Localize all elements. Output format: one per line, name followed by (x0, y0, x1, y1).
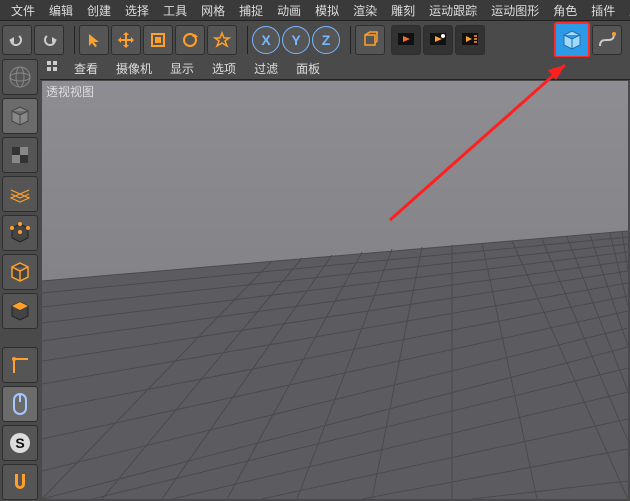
model-texture-button[interactable] (2, 137, 38, 173)
svg-text:S: S (15, 435, 24, 451)
menu-edit[interactable]: 编辑 (42, 0, 80, 21)
menu-anim[interactable]: 动画 (270, 0, 308, 21)
menu-create[interactable]: 创建 (80, 0, 118, 21)
model-edge-button[interactable] (2, 254, 38, 290)
redo-button[interactable] (34, 25, 64, 55)
viewport-nav-icon[interactable] (46, 60, 60, 77)
add-spline-button[interactable] (592, 25, 622, 55)
scale-tool-button[interactable] (143, 25, 173, 55)
axis-tool-button[interactable] (2, 347, 38, 383)
menu-file[interactable]: 文件 (4, 0, 42, 21)
undo-button[interactable] (2, 25, 32, 55)
menu-plugin[interactable]: 插件 (584, 0, 622, 21)
coord-system-button[interactable] (355, 25, 385, 55)
model-poly-button[interactable] (2, 293, 38, 329)
last-tool-button[interactable] (207, 25, 237, 55)
render-view-button[interactable] (391, 25, 421, 55)
menu-script[interactable]: 脚本 (622, 0, 630, 21)
menu-snap[interactable]: 捕捉 (232, 0, 270, 21)
mouse-tweak-button[interactable] (2, 386, 38, 422)
main-menu-bar: 文件 编辑 创建 选择 工具 网格 捕捉 动画 模拟 渲染 雕刻 运动跟踪 运动… (0, 0, 630, 21)
model-object-button[interactable] (2, 98, 38, 134)
menu-mograph[interactable]: 运动图形 (484, 0, 546, 21)
model-point-button[interactable] (2, 215, 38, 251)
left-tool-palette: S (0, 57, 41, 501)
workplane-button[interactable] (2, 176, 38, 212)
render-pv-button[interactable] (423, 25, 453, 55)
menu-tool[interactable]: 工具 (156, 0, 194, 21)
view-menu-view[interactable]: 查看 (70, 58, 102, 79)
viewport-label: 透视视图 (46, 83, 94, 100)
menu-char[interactable]: 角色 (546, 0, 584, 21)
globe-icon[interactable] (2, 59, 38, 95)
axis-lock-x-button[interactable]: X (252, 26, 280, 54)
menu-sculpt[interactable]: 雕刻 (384, 0, 422, 21)
axis-lock-z-button[interactable]: Z (312, 26, 340, 54)
view-menu-filter[interactable]: 过滤 (250, 58, 282, 79)
viewport-panel: 查看 摄像机 显示 选项 过滤 面板 透视视图 (40, 57, 630, 501)
snap-toggle-button[interactable]: S (2, 425, 38, 461)
main-area: S 查看 摄像机 显示 选项 过滤 面板 透视视图 (0, 57, 630, 501)
magnet-button[interactable] (2, 464, 38, 500)
add-primitive-cube-button[interactable] (554, 22, 590, 58)
menu-select[interactable]: 选择 (118, 0, 156, 21)
menu-mesh[interactable]: 网格 (194, 0, 232, 21)
viewport-menu-bar: 查看 摄像机 显示 选项 过滤 面板 (40, 57, 630, 80)
view-menu-display[interactable]: 显示 (166, 58, 198, 79)
cursor-tool-button[interactable] (79, 25, 109, 55)
main-toolbar: X Y Z (0, 21, 630, 59)
rotate-tool-button[interactable] (175, 25, 205, 55)
axis-lock-y-button[interactable]: Y (282, 26, 310, 54)
perspective-viewport[interactable] (42, 81, 628, 499)
view-menu-camera[interactable]: 摄像机 (112, 58, 156, 79)
menu-render[interactable]: 渲染 (346, 0, 384, 21)
render-settings-button[interactable] (455, 25, 485, 55)
view-menu-panel[interactable]: 面板 (292, 58, 324, 79)
menu-sim[interactable]: 模拟 (308, 0, 346, 21)
menu-track[interactable]: 运动跟踪 (422, 0, 484, 21)
move-tool-button[interactable] (111, 25, 141, 55)
view-menu-options[interactable]: 选项 (208, 58, 240, 79)
